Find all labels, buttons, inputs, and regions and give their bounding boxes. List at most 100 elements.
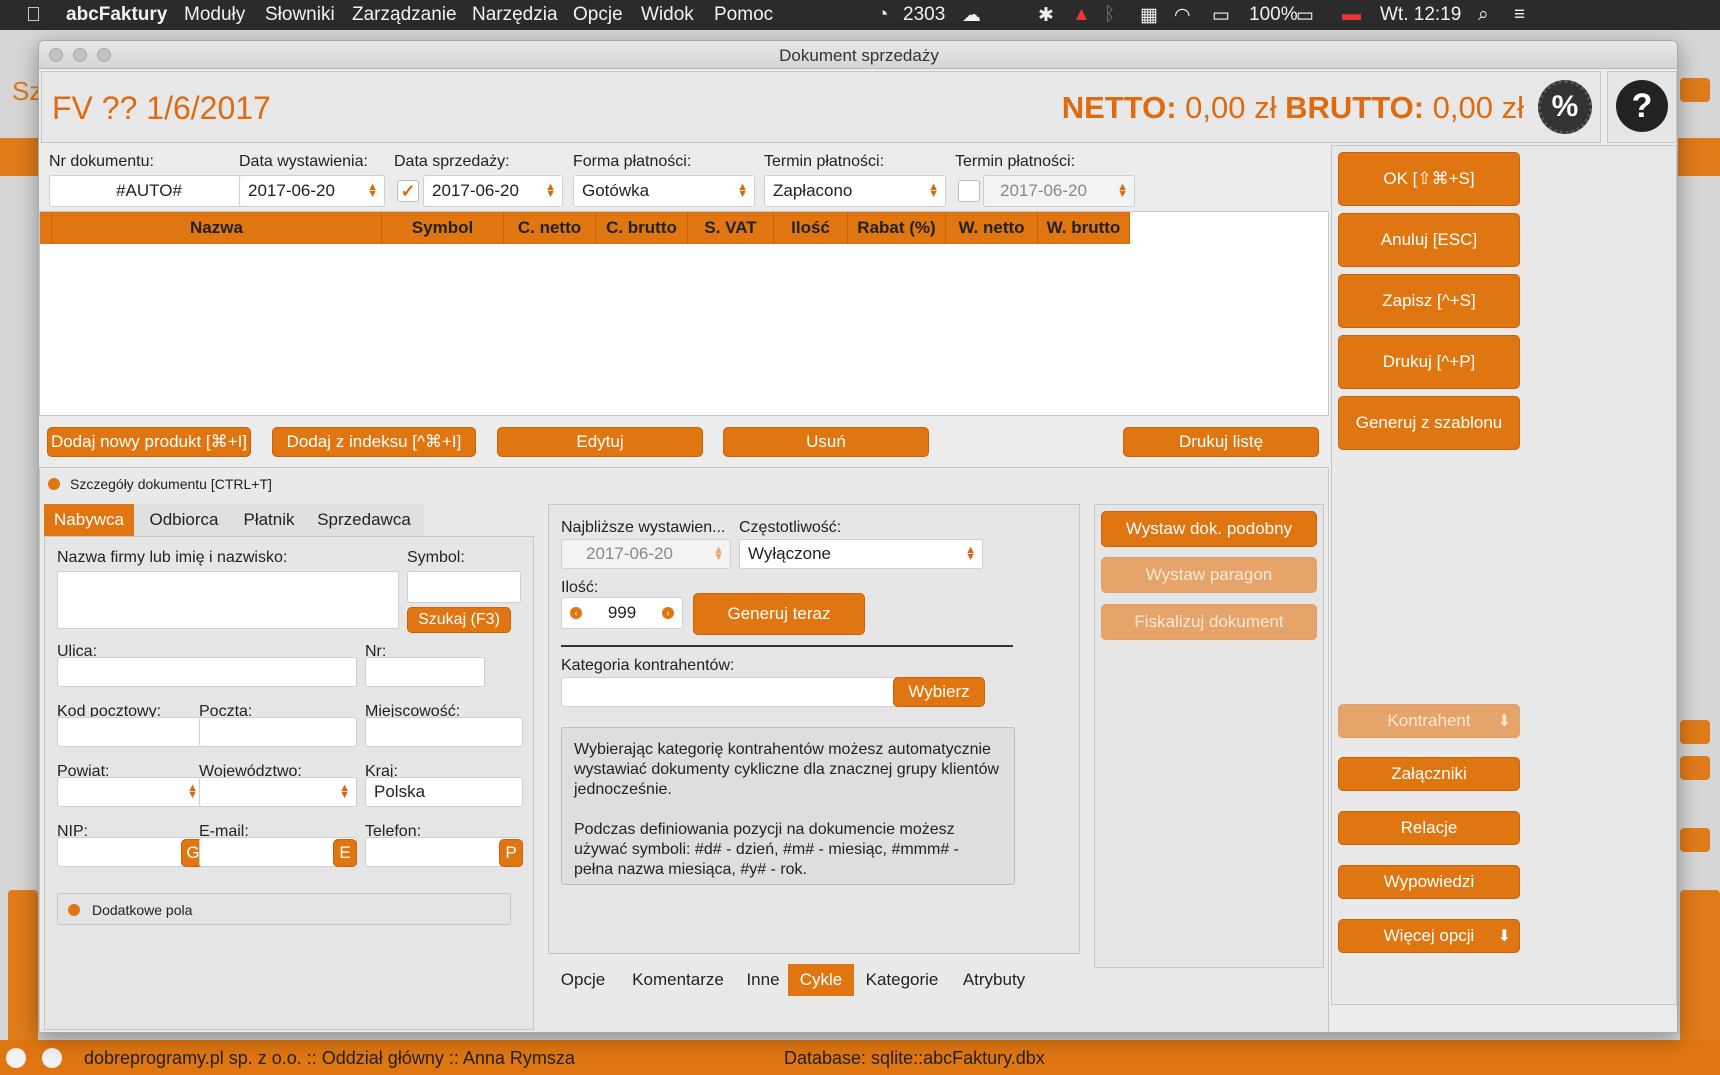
print-list-button[interactable]: Drukuj listę: [1123, 427, 1319, 457]
menu-opcje[interactable]: Opcje: [573, 4, 623, 26]
attachments-button[interactable]: Załączniki: [1338, 757, 1520, 791]
increment-icon[interactable]: ›: [662, 607, 674, 619]
tab-cykle[interactable]: Cykle: [788, 964, 854, 996]
postal-code-field[interactable]: [57, 717, 205, 747]
app-menu[interactable]: abcFaktury: [66, 4, 167, 26]
symbol-field[interactable]: [407, 571, 521, 603]
tab-inne[interactable]: Inne: [738, 964, 788, 996]
quantity-stepper[interactable]: ‹ 999 ›: [561, 597, 683, 629]
ok-button[interactable]: OK [⇧⌘+S]: [1338, 152, 1520, 206]
issue-receipt-button[interactable]: Wystaw paragon: [1101, 557, 1317, 593]
tab-kategorie[interactable]: Kategorie: [854, 964, 950, 996]
menu-moduly[interactable]: Moduły: [184, 4, 245, 26]
payment-method-select[interactable]: Gotówka ▲ ▼: [573, 175, 755, 207]
col-header-c-brutto[interactable]: C. brutto: [596, 212, 688, 244]
sale-date-field[interactable]: 2017-06-20 ▲ ▼: [423, 175, 563, 207]
airplay-icon[interactable]: ▭: [1212, 4, 1230, 27]
city-field[interactable]: [365, 717, 523, 747]
payment-term-select[interactable]: Zapłacono ▲ ▼: [764, 175, 946, 207]
voivodeship-select[interactable]: ▲ ▼: [199, 777, 357, 807]
country-field[interactable]: Polska: [365, 777, 523, 807]
company-name-field[interactable]: [57, 571, 399, 629]
wifi-icon[interactable]: ◠: [1174, 4, 1191, 27]
phone-button[interactable]: P: [499, 839, 523, 867]
status-circle-icon[interactable]: [42, 1048, 62, 1068]
col-header-symbol[interactable]: Symbol: [382, 212, 504, 244]
clock[interactable]: Wt. 12:19: [1380, 4, 1461, 26]
search-button[interactable]: Szukaj (F3): [407, 607, 511, 633]
select-arrows-icon[interactable]: ▲ ▼: [928, 182, 939, 200]
add-from-index-button[interactable]: Dodaj z indeksu [^⌘+I]: [272, 427, 476, 457]
frequency-select[interactable]: Wyłączone ▲ ▼: [739, 539, 983, 569]
menu-widok[interactable]: Widok: [641, 4, 694, 26]
select-arrows-icon[interactable]: ▲ ▼: [187, 783, 198, 801]
tab-komentarze[interactable]: Komentarze: [618, 964, 738, 996]
bluetooth-icon[interactable]: ᛒ: [1104, 4, 1115, 26]
flag-icon[interactable]: ▬: [1342, 4, 1361, 26]
decrement-icon[interactable]: ‹: [570, 607, 582, 619]
cat-icon[interactable]: ✱: [1038, 4, 1054, 27]
col-header-w-netto[interactable]: W. netto: [946, 212, 1038, 244]
extra-fields-toggle[interactable]: Dodatkowe pola: [57, 893, 511, 925]
sale-date-checkbox[interactable]: ✓: [397, 180, 419, 202]
col-header-s-vat[interactable]: S. VAT: [688, 212, 774, 244]
category-field[interactable]: [561, 677, 903, 707]
select-arrows-icon[interactable]: ▲ ▼: [737, 182, 748, 200]
generate-now-button[interactable]: Generuj teraz: [693, 593, 865, 635]
print-button[interactable]: Drukuj [^+P]: [1338, 335, 1520, 389]
keyboard-icon[interactable]: ▦: [1140, 4, 1158, 27]
select-arrows-icon[interactable]: ▲ ▼: [965, 545, 976, 563]
number-field[interactable]: [365, 657, 485, 687]
items-table[interactable]: Nazwa Symbol C. netto C. brutto S. VAT I…: [39, 211, 1329, 416]
tab-opcje[interactable]: Opcje: [548, 964, 618, 996]
battery-icon[interactable]: ▭: [1296, 4, 1314, 27]
collapse-icon[interactable]: [48, 478, 60, 490]
spotlight-icon[interactable]: ⌕: [1478, 4, 1489, 26]
remove-button[interactable]: Usuń: [723, 427, 929, 457]
save-button[interactable]: Zapisz [^+S]: [1338, 274, 1520, 328]
discount-percent-icon[interactable]: %: [1538, 80, 1592, 134]
relations-button[interactable]: Relacje: [1338, 811, 1520, 845]
county-select[interactable]: ▲ ▼: [57, 777, 205, 807]
next-issue-field[interactable]: 2017-06-20 ▲ ▼: [561, 539, 731, 569]
apple-icon[interactable]: : [26, 4, 41, 27]
col-header-c-netto[interactable]: C. netto: [504, 212, 596, 244]
col-header-w-brutto[interactable]: W. brutto: [1038, 212, 1130, 244]
cancel-button[interactable]: Anuluj [ESC]: [1338, 213, 1520, 267]
notification-icon[interactable]: ▲: [1072, 4, 1091, 26]
select-arrows-icon[interactable]: ▲ ▼: [339, 783, 350, 801]
issue-similar-button[interactable]: Wystaw dok. podobny: [1101, 511, 1317, 547]
payment-term-date-field[interactable]: 2017-06-20 ▲ ▼: [983, 175, 1135, 207]
tab-platnik[interactable]: Płatnik: [234, 504, 304, 536]
menu-slowniki[interactable]: Słowniki: [265, 4, 335, 26]
status-circle-icon[interactable]: [6, 1048, 26, 1068]
contractor-button[interactable]: Kontrahent ⬇: [1338, 704, 1520, 738]
help-icon[interactable]: ?: [1616, 80, 1668, 132]
choose-category-button[interactable]: Wybierz: [893, 677, 985, 707]
tab-atrybuty[interactable]: Atrybuty: [950, 964, 1038, 996]
tab-nabywca[interactable]: Nabywca: [44, 504, 134, 536]
stepper-icon[interactable]: ▲ ▼: [713, 545, 724, 563]
add-product-button[interactable]: Dodaj nowy produkt [⌘+I]: [47, 427, 251, 457]
menu-narzedzia[interactable]: Narzędzia: [472, 4, 558, 26]
window-titlebar[interactable]: Dokument sprzedaży: [39, 41, 1677, 69]
stepper-icon[interactable]: ▲ ▼: [1117, 182, 1128, 200]
edit-button[interactable]: Edytuj: [497, 427, 703, 457]
fiscalize-button[interactable]: Fiskalizuj dokument: [1101, 604, 1317, 640]
more-options-button[interactable]: Więcej opcji ⬇: [1338, 919, 1520, 953]
col-header-nazwa[interactable]: Nazwa: [52, 212, 382, 244]
issue-date-field[interactable]: 2017-06-20 ▲ ▼: [239, 175, 385, 207]
menu-zarzadzanie[interactable]: Zarządzanie: [352, 4, 457, 26]
tab-odbiorca[interactable]: Odbiorca: [134, 504, 234, 536]
comments-button[interactable]: Wypowiedzi: [1338, 865, 1520, 899]
tab-sprzedawca[interactable]: Sprzedawca: [304, 504, 424, 536]
details-toggle-label[interactable]: Szczegóły dokumentu [CTRL+T]: [70, 476, 272, 492]
cloud-icon[interactable]: ☁: [962, 4, 981, 27]
stepper-icon[interactable]: ▲ ▼: [545, 182, 556, 200]
col-header-rabat[interactable]: Rabat (%): [848, 212, 946, 244]
menu-pomoc[interactable]: Pomoc: [714, 4, 773, 26]
street-field[interactable]: [57, 657, 357, 687]
timer-icon[interactable]: ◔: [877, 4, 888, 26]
notification-center-icon[interactable]: ≡: [1514, 4, 1525, 26]
stepper-icon[interactable]: ▲ ▼: [367, 182, 378, 200]
